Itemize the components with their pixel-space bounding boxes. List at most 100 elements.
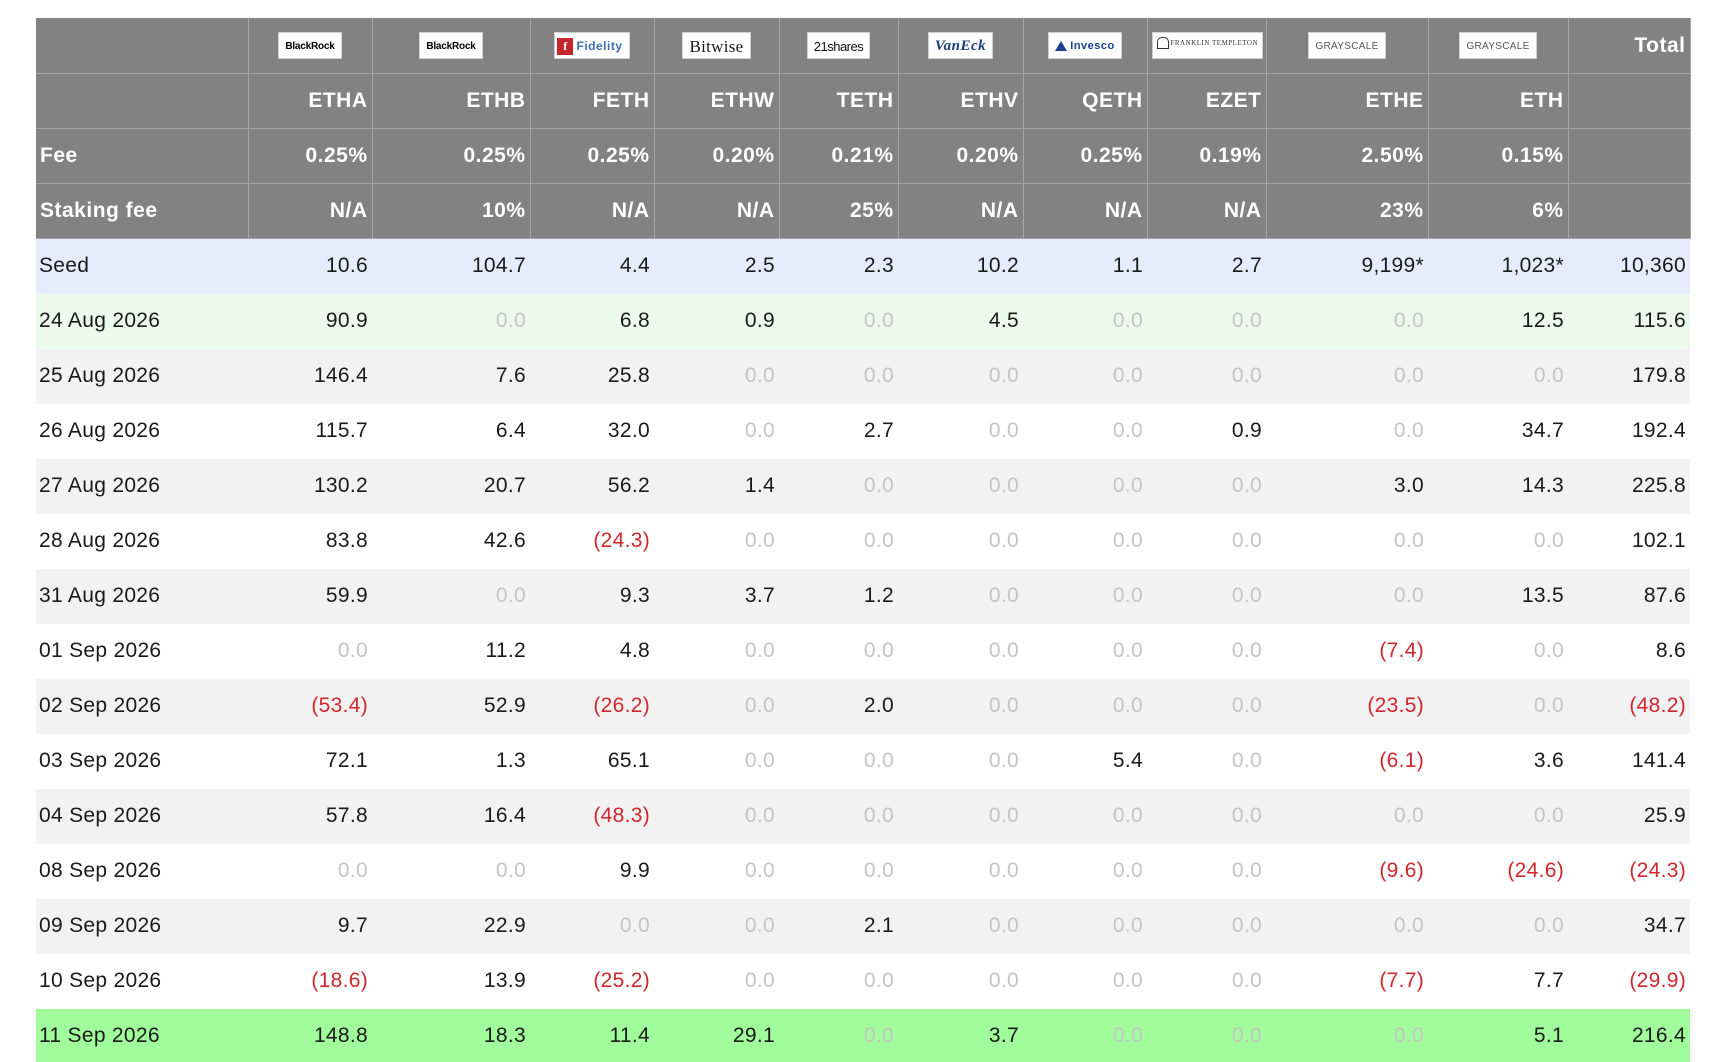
fee-value: 0.25%: [248, 128, 373, 184]
table-row: 04 Sep 2026 57.8 16.4 (48.3) 0.0 0.0 0.0 0.0 0.0…: [36, 788, 1690, 844]
total-value-cell: 34.7: [1568, 898, 1690, 954]
flow-value-cell: 0.0: [1147, 623, 1266, 679]
flow-value-cell: 0.0: [1428, 898, 1568, 954]
flow-value-cell: 9.7: [248, 898, 372, 954]
flow-value-cell: 9,199*: [1266, 238, 1428, 294]
ticker-header: EZET: [1147, 73, 1267, 129]
flow-value-cell: 0.0: [1147, 788, 1266, 844]
total-value-cell: (29.9): [1568, 953, 1690, 1009]
flow-value-cell: (24.6): [1428, 843, 1568, 899]
table-row: 31 Aug 2026 59.9 0.0 9.3 3.7 1.2 0.0 0.0 0.0 0.0 1…: [36, 568, 1690, 624]
flow-value-cell: 0.0: [654, 623, 779, 679]
ticker-header: ETHW: [654, 73, 780, 129]
flow-value-cell: 5.1: [1428, 1008, 1568, 1062]
bitwise-logo-icon: Bitwise: [682, 32, 751, 59]
date-cell: 27 Aug 2026: [36, 458, 248, 514]
staking-fee-row: Staking fee N/A 10% N/A N/A 25% N/A N/A …: [36, 183, 1691, 239]
flow-value-cell: 0.0: [1023, 898, 1147, 954]
issuer-logo-cell: BlackRock: [248, 18, 373, 74]
date-cell: 08 Sep 2026: [36, 843, 248, 899]
flow-value-cell: (25.2): [530, 953, 654, 1009]
issuer-logo-cell: FRANKLIN TEMPLETON: [1147, 18, 1267, 74]
ticker-header: ETHE: [1266, 73, 1429, 129]
flow-value-cell: 2.5: [654, 238, 779, 294]
flow-value-cell: 0.0: [530, 898, 654, 954]
flow-value-cell: 0.0: [1266, 403, 1428, 459]
flow-value-cell: 0.0: [1266, 293, 1428, 349]
flow-value-cell: 0.0: [1428, 788, 1568, 844]
flow-value-cell: 0.0: [779, 1008, 898, 1062]
etf-flows-table: BlackRock BlackRock f Fidelity Bitwise 21…: [36, 18, 1691, 1062]
staking-fee-value: 6%: [1428, 183, 1569, 239]
flow-value-cell: (24.3): [530, 513, 654, 569]
flow-value-cell: 0.0: [1266, 898, 1428, 954]
flow-value-cell: (53.4): [248, 678, 372, 734]
flow-value-cell: 11.2: [372, 623, 530, 679]
flow-value-cell: 65.1: [530, 733, 654, 789]
flow-value-cell: 0.0: [654, 513, 779, 569]
flow-value-cell: 2.1: [779, 898, 898, 954]
flow-value-cell: 0.9: [1147, 403, 1266, 459]
ticker-header: FETH: [530, 73, 655, 129]
flow-value-cell: 0.0: [1023, 403, 1147, 459]
fee-value: 2.50%: [1266, 128, 1429, 184]
staking-fee-value: 25%: [779, 183, 899, 239]
flow-value-cell: 0.0: [1023, 843, 1147, 899]
flow-value-cell: 2.7: [779, 403, 898, 459]
fee-value: 0.20%: [654, 128, 780, 184]
flow-value-cell: 0.0: [1147, 898, 1266, 954]
flow-value-cell: 3.7: [898, 1008, 1023, 1062]
staking-fee-value: 23%: [1266, 183, 1429, 239]
ticker-header: ETHB: [372, 73, 531, 129]
flow-value-cell: 12.5: [1428, 293, 1568, 349]
flow-value-cell: 34.7: [1428, 403, 1568, 459]
21shares-logo-icon: 21shares: [806, 32, 871, 59]
flow-value-cell: 0.0: [1023, 513, 1147, 569]
flow-value-cell: 1.2: [779, 568, 898, 624]
flow-value-cell: 0.0: [779, 843, 898, 899]
date-cell: 03 Sep 2026: [36, 733, 248, 789]
flow-value-cell: 0.0: [1266, 788, 1428, 844]
flow-value-cell: 0.0: [654, 403, 779, 459]
blackrock-logo-icon: BlackRock: [278, 32, 342, 59]
issuer-logo-cell: GRAYSCALE: [1428, 18, 1569, 74]
flow-value-cell: 56.2: [530, 458, 654, 514]
flow-value-cell: 0.0: [1023, 458, 1147, 514]
flow-value-cell: 0.0: [1147, 733, 1266, 789]
fee-value: 0.20%: [898, 128, 1024, 184]
flow-value-cell: 0.0: [779, 788, 898, 844]
date-cell: 31 Aug 2026: [36, 568, 248, 624]
flow-value-cell: 52.9: [372, 678, 530, 734]
flow-value-cell: 0.0: [372, 568, 530, 624]
flow-value-cell: 2.3: [779, 238, 898, 294]
flow-value-cell: 0.0: [372, 293, 530, 349]
flow-value-cell: 146.4: [248, 348, 372, 404]
flow-value-cell: 42.6: [372, 513, 530, 569]
issuer-logo-cell: Invesco: [1023, 18, 1148, 74]
fidelity-logo-icon: f Fidelity: [554, 32, 630, 59]
total-column-header: Total: [1568, 18, 1691, 74]
flow-value-cell: (7.7): [1266, 953, 1428, 1009]
fee-value: 0.25%: [372, 128, 531, 184]
flow-value-cell: 0.0: [1428, 623, 1568, 679]
issuer-logo-cell: f Fidelity: [530, 18, 655, 74]
table-row: 02 Sep 2026 (53.4) 52.9 (26.2) 0.0 2.0 0.0 0.0 0…: [36, 678, 1690, 734]
table-row: 25 Aug 2026 146.4 7.6 25.8 0.0 0.0 0.0 0.0 0.0 0.…: [36, 348, 1690, 404]
flow-value-cell: 0.0: [1023, 788, 1147, 844]
flow-value-cell: 7.6: [372, 348, 530, 404]
flow-value-cell: 57.8: [248, 788, 372, 844]
flow-value-cell: 0.0: [248, 843, 372, 899]
total-value-cell: 192.4: [1568, 403, 1690, 459]
flow-value-cell: 1.3: [372, 733, 530, 789]
flow-value-cell: 0.0: [779, 513, 898, 569]
flow-value-cell: 0.0: [898, 568, 1023, 624]
total-value-cell: (24.3): [1568, 843, 1690, 899]
flow-value-cell: 18.3: [372, 1008, 530, 1062]
franklin-templeton-logo-icon: FRANKLIN TEMPLETON: [1151, 32, 1263, 59]
total-value-cell: 141.4: [1568, 733, 1690, 789]
staking-fee-value: 10%: [372, 183, 531, 239]
flow-value-cell: 0.0: [898, 788, 1023, 844]
flow-value-cell: 0.0: [779, 623, 898, 679]
total-value-cell: 102.1: [1568, 513, 1690, 569]
flow-value-cell: 0.0: [1428, 513, 1568, 569]
